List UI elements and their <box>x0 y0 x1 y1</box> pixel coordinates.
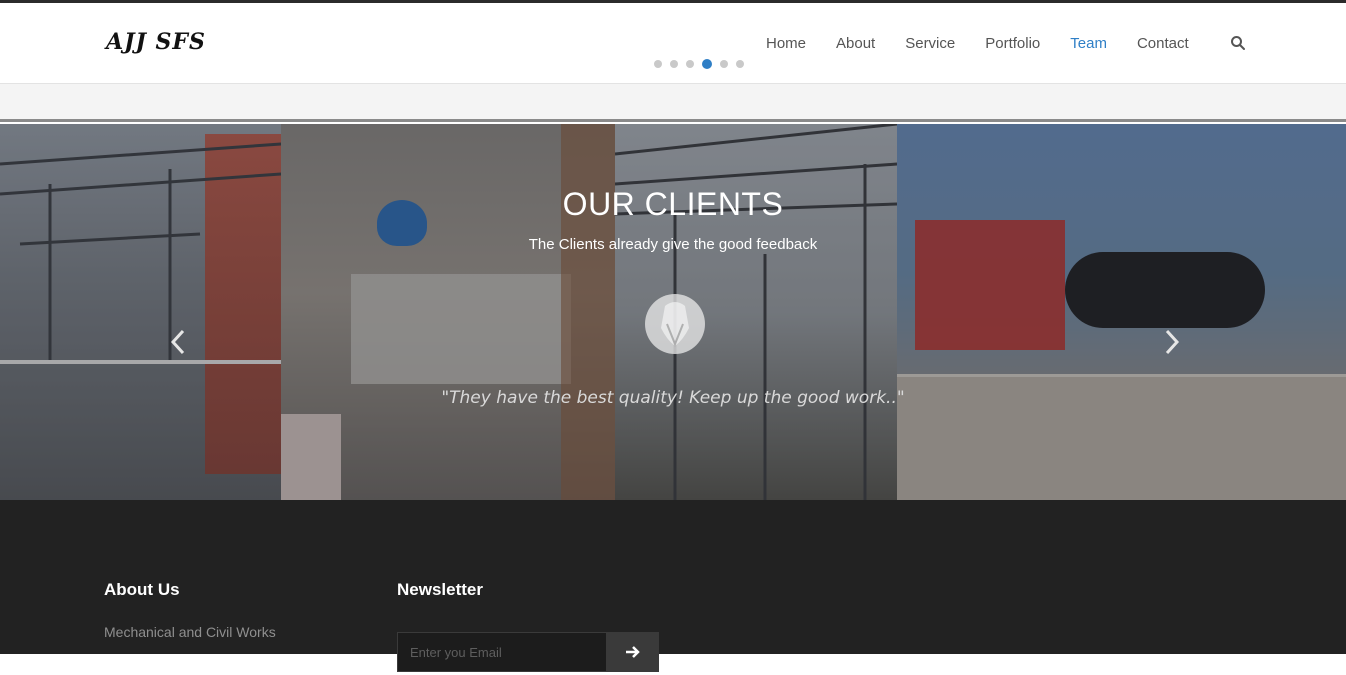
clients-hero: OUR CLIENTS The Clients already give the… <box>0 124 1346 500</box>
site-footer: About Us Mechanical and Civil Works News… <box>0 500 1346 672</box>
newsletter-submit-button[interactable] <box>606 632 659 672</box>
main-nav: Home About Service Portfolio Team Contac… <box>766 35 1219 52</box>
slider-dot[interactable] <box>654 60 662 68</box>
slider-dot[interactable] <box>670 60 678 68</box>
slider-dot[interactable] <box>720 60 728 68</box>
nav-contact[interactable]: Contact <box>1137 35 1189 52</box>
footer-about-text: Mechanical and Civil Works <box>104 624 276 640</box>
section-spacer <box>0 84 1346 122</box>
person-icon <box>661 302 689 347</box>
footer-about-heading: About Us <box>104 580 180 599</box>
slider-indicator <box>654 59 752 69</box>
site-header: AJJ SFS Home About Service Portfolio Tea… <box>0 3 1346 84</box>
nav-about[interactable]: About <box>836 35 875 52</box>
chevron-right-icon[interactable] <box>1162 328 1182 356</box>
newsletter-email-input[interactable] <box>397 632 607 672</box>
slider-dot-active[interactable] <box>702 59 712 69</box>
nav-service[interactable]: Service <box>905 35 955 52</box>
nav-portfolio[interactable]: Portfolio <box>985 35 1040 52</box>
client-avatar <box>645 294 705 354</box>
nav-home[interactable]: Home <box>766 35 806 52</box>
slider-dot[interactable] <box>686 60 694 68</box>
slider-dot[interactable] <box>736 60 744 68</box>
hero-title: OUR CLIENTS <box>562 186 784 222</box>
nav-team[interactable]: Team <box>1070 35 1107 52</box>
chevron-left-icon[interactable] <box>168 328 188 356</box>
arrow-right-icon <box>626 646 640 658</box>
hero-subtitle: The Clients already give the good feedba… <box>528 236 818 253</box>
client-testimonial: "They have the best quality! Keep up the… <box>441 388 905 408</box>
search-icon[interactable] <box>1230 35 1246 51</box>
site-logo[interactable]: AJJ SFS <box>106 29 206 55</box>
footer-newsletter-heading: Newsletter <box>397 580 483 599</box>
